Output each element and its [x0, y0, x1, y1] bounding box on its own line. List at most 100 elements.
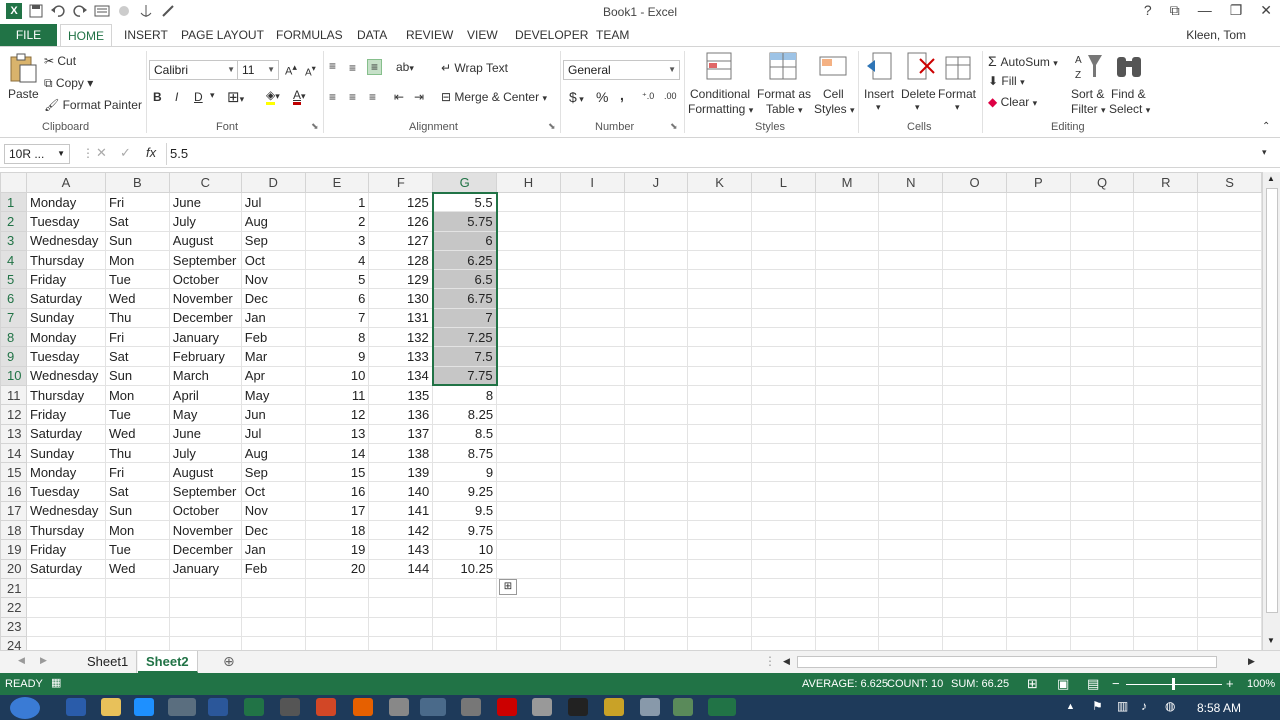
cell-c4[interactable]: September: [168, 249, 242, 271]
cell-i20[interactable]: [559, 558, 625, 579]
cell-c21[interactable]: [168, 577, 242, 599]
cell-q20[interactable]: [1069, 558, 1135, 579]
cell-e4[interactable]: 4: [304, 249, 370, 271]
restore-button[interactable]: ❐: [1230, 2, 1243, 19]
cell-l19[interactable]: [751, 539, 816, 560]
cell-j9[interactable]: [623, 346, 689, 367]
cell-a11[interactable]: Thursday: [25, 384, 106, 406]
cell-l12[interactable]: [751, 404, 816, 425]
cell-c14[interactable]: July: [168, 442, 242, 464]
cell-g2[interactable]: 5.75: [431, 211, 498, 232]
cell-s21[interactable]: [1197, 577, 1262, 599]
cell-o23[interactable]: [942, 616, 1007, 637]
cell-o17[interactable]: [942, 500, 1007, 522]
cell-b1[interactable]: Fri: [104, 191, 170, 213]
cell-n16[interactable]: [878, 481, 944, 502]
cell-g14[interactable]: 8.75: [432, 442, 498, 464]
cell-e21[interactable]: [304, 577, 370, 599]
cell-d6[interactable]: Dec: [240, 288, 306, 309]
cell-i4[interactable]: [559, 249, 625, 271]
cell-m5[interactable]: [814, 269, 880, 290]
cell-d3[interactable]: Sep: [240, 230, 306, 251]
cell-p13[interactable]: [1005, 423, 1071, 444]
cell-e17[interactable]: 17: [304, 500, 370, 522]
format-as-table-label2[interactable]: Table ▾: [766, 102, 803, 116]
cell-m14[interactable]: [814, 442, 880, 464]
cell-h22[interactable]: [496, 597, 561, 618]
font-name-select[interactable]: Calibri ▼: [149, 60, 239, 80]
cell-b10[interactable]: Sun: [104, 365, 170, 386]
clear-button[interactable]: ◆ Clear ▾: [988, 95, 1037, 109]
cell-p12[interactable]: [1005, 404, 1071, 425]
cell-r13[interactable]: [1133, 423, 1199, 444]
cell-a9[interactable]: Tuesday: [25, 346, 106, 367]
autofill-options-icon[interactable]: ⊞: [499, 579, 517, 595]
cell-p9[interactable]: [1005, 346, 1071, 367]
column-header-l[interactable]: L: [751, 172, 816, 193]
cell-d9[interactable]: Mar: [240, 346, 306, 367]
excel-taskbar-icon[interactable]: [244, 698, 264, 716]
cell-e3[interactable]: 3: [304, 230, 370, 251]
cell-p19[interactable]: [1005, 539, 1071, 560]
cell-s5[interactable]: [1197, 269, 1262, 290]
column-header-e[interactable]: E: [304, 172, 370, 193]
row-header[interactable]: 19: [0, 539, 27, 560]
cell-f5[interactable]: 129: [368, 269, 434, 290]
cell-q21[interactable]: [1069, 577, 1135, 599]
cell-p20[interactable]: [1005, 558, 1071, 579]
cell-c5[interactable]: October: [168, 269, 242, 290]
row-header[interactable]: 15: [0, 462, 27, 483]
cell-n6[interactable]: [878, 288, 944, 309]
cell-l20[interactable]: [751, 558, 816, 579]
borders-icon[interactable]: ⊞▾: [227, 88, 244, 106]
cell-o15[interactable]: [942, 462, 1007, 483]
cell-b13[interactable]: Wed: [104, 423, 170, 444]
cell-o3[interactable]: [942, 230, 1007, 251]
row-header[interactable]: 20: [0, 558, 27, 579]
row-header[interactable]: 4: [0, 249, 27, 271]
cell-e18[interactable]: 18: [304, 520, 370, 541]
cell-j17[interactable]: [623, 500, 689, 522]
cell-m16[interactable]: [814, 481, 880, 502]
cell-j6[interactable]: [623, 288, 689, 309]
cell-styles-icon[interactable]: [818, 51, 848, 81]
sheet-next-icon[interactable]: ▶: [40, 655, 47, 666]
cell-m8[interactable]: [814, 327, 880, 348]
cell-n24[interactable]: [878, 635, 944, 650]
cell-l2[interactable]: [751, 211, 816, 232]
tab-file[interactable]: FILE: [0, 24, 57, 46]
cell-i16[interactable]: [559, 481, 625, 502]
delete-cells-icon[interactable]: [906, 51, 936, 81]
tab-data[interactable]: DATA: [357, 28, 387, 42]
cell-f2[interactable]: 126: [368, 211, 434, 232]
cell-d16[interactable]: Oct: [240, 481, 306, 502]
cell-c10[interactable]: March: [168, 365, 242, 386]
cell-q16[interactable]: [1069, 481, 1135, 502]
cell-r8[interactable]: [1133, 327, 1199, 348]
cell-i8[interactable]: [559, 327, 625, 348]
cell-l21[interactable]: [751, 577, 816, 599]
cell-c8[interactable]: January: [168, 327, 242, 348]
tab-review[interactable]: REVIEW: [406, 28, 453, 42]
cell-p2[interactable]: [1005, 211, 1071, 232]
row-header[interactable]: 9: [0, 346, 27, 367]
cell-j14[interactable]: [623, 442, 689, 464]
cell-r22[interactable]: [1133, 597, 1199, 618]
cell-styles-button[interactable]: Cell: [823, 87, 844, 101]
cell-c15[interactable]: August: [168, 462, 242, 483]
cell-a20[interactable]: Saturday: [25, 558, 106, 579]
cell-m18[interactable]: [814, 520, 880, 541]
cell-p11[interactable]: [1005, 384, 1071, 406]
cell-e2[interactable]: 2: [304, 211, 370, 232]
minimize-button[interactable]: —: [1198, 2, 1212, 19]
cell-h12[interactable]: [496, 404, 561, 425]
cell-a3[interactable]: Wednesday: [25, 230, 106, 251]
cell-c12[interactable]: May: [168, 404, 242, 425]
cell-b14[interactable]: Thu: [104, 442, 170, 464]
cell-j20[interactable]: [623, 558, 689, 579]
insert-cells-icon[interactable]: [865, 51, 895, 81]
cell-i24[interactable]: [559, 635, 625, 650]
cell-b8[interactable]: Fri: [104, 327, 170, 348]
cell-p22[interactable]: [1005, 597, 1071, 618]
cell-e9[interactable]: 9: [304, 346, 370, 367]
